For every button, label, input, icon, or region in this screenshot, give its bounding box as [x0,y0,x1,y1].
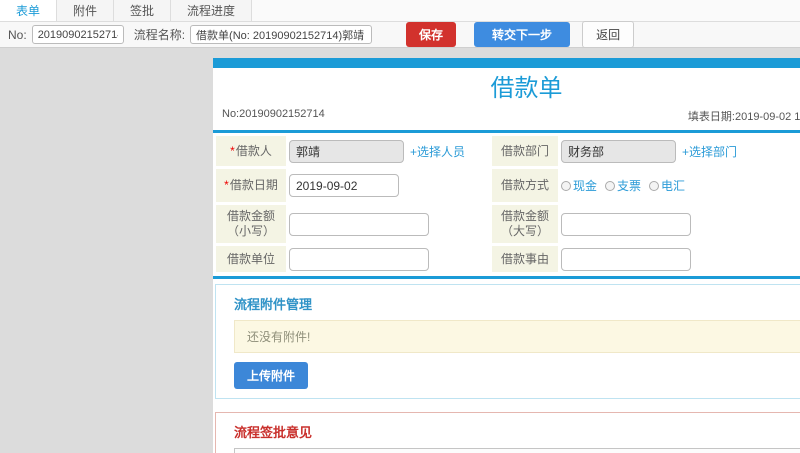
tab-progress[interactable]: 流程进度 [171,0,253,21]
loan-method-field: 现金 支票 电汇 [561,169,800,202]
approval-section: 流程签批意见 B I abc [215,412,800,453]
no-label: No: [8,27,27,42]
loan-reason-label: 借款事由 [492,246,558,272]
action-toolbar: No: 流程名称: 保存 转交下一步 返回 [0,21,800,48]
amount-upper-input[interactable] [561,212,691,236]
attachments-section-title: 流程附件管理 [234,297,313,312]
loan-date-field [289,169,489,202]
amount-lower-field [289,205,489,243]
screen: 表单 附件 签批 流程进度 No: 流程名称: 保存 转交下一步 返回 借款单 … [0,0,800,453]
loan-unit-input[interactable] [289,247,429,271]
borrower-field: +选择人员 [289,136,489,166]
select-department-link[interactable]: +选择部门 [682,143,737,160]
no-attachments-message: 还没有附件! [234,320,800,353]
department-label: 借款部门 [492,136,558,166]
department-field: +选择部门 [561,136,800,166]
tab-bar: 表单 附件 签批 流程进度 [0,0,800,22]
radio-icon[interactable] [561,180,571,191]
radio-icon[interactable] [649,180,660,191]
no-input[interactable] [31,25,124,44]
radio-icon[interactable] [605,180,616,191]
loan-reason-input[interactable] [561,247,691,271]
rich-text-editor: B I abc [234,448,800,453]
flow-name-input[interactable] [190,25,373,44]
tab-form[interactable]: 表单 [0,0,58,21]
approval-section-title: 流程签批意见 [234,425,313,440]
borrower-input[interactable] [289,139,404,163]
amount-lower-label: 借款金额（小写） [216,205,286,243]
loan-form-grid: *借款人 +选择人员 借款部门 +选择部门 *借款日期 借款 [213,133,800,276]
radio-cheque[interactable]: 支票 [605,177,641,194]
form-panel: 借款单 No:20190902152714 填表日期:2019-09-02 15… [213,58,800,453]
editor-toolbar: B I abc [235,449,800,453]
save-button[interactable]: 保存 [406,22,457,47]
amount-lower-input[interactable] [289,212,429,236]
department-input[interactable] [561,139,676,163]
loan-unit-label: 借款单位 [216,246,286,272]
amount-upper-field [561,205,800,243]
loan-method-radio-group: 现金 支票 电汇 [561,177,685,194]
radio-cash[interactable]: 现金 [561,177,597,194]
borrower-label: *借款人 [216,136,286,166]
tab-approval[interactable]: 签批 [114,0,172,21]
radio-wire[interactable]: 电汇 [649,177,685,194]
divider-bottom [213,276,800,279]
meta-row: No:20190902152714 填表日期:2019-09-02 15:27:… [213,108,800,124]
page-title: 借款单 [490,75,563,102]
back-button[interactable]: 返回 [582,21,635,48]
next-step-button[interactable]: 转交下一步 [474,22,571,47]
panel-top-bar [213,58,800,68]
attachments-section: 流程附件管理 还没有附件! 上传附件 [215,284,800,399]
form-date-text: 填表日期:2019-09-02 15:27:1 [687,111,800,123]
page-background: 借款单 No:20190902152714 填表日期:2019-09-02 15… [0,49,800,453]
flow-name-label: 流程名称: [133,28,186,42]
loan-reason-field [561,246,800,272]
loan-unit-field [289,246,489,272]
form-no-text: No:20190902152714 [222,108,325,120]
tab-attachments[interactable]: 附件 [57,0,115,21]
required-marker: * [224,178,229,192]
amount-upper-label: 借款金额（大写） [492,205,558,243]
upload-attachment-button[interactable]: 上传附件 [234,362,309,389]
loan-date-input[interactable] [289,174,399,197]
required-marker: * [230,143,235,158]
loan-date-label: *借款日期 [216,169,286,202]
loan-method-label: 借款方式 [492,169,558,202]
select-person-link[interactable]: +选择人员 [410,143,465,160]
